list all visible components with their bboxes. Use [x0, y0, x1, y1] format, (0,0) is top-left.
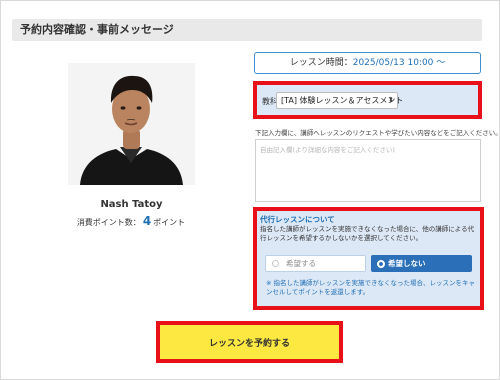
- teacher-photo: [68, 63, 195, 185]
- substitute-option-no[interactable]: 希望しない: [371, 255, 472, 272]
- points-unit: ポイント: [153, 218, 186, 227]
- option-no-label: 希望しない: [388, 259, 426, 268]
- lesson-time-box: レッスン時間：2025/05/13 10:00 〜: [254, 52, 481, 74]
- points-info: 消費ポイント数： 4 ポイント: [56, 214, 206, 228]
- lesson-time-value: 2025/05/13 10:00 〜: [352, 58, 446, 68]
- section-title: 予約内容確認・事前メッセージ: [12, 19, 482, 41]
- teacher-portrait-image: [68, 63, 195, 185]
- option-yes-label: 希望する: [286, 259, 316, 268]
- points-label: 消費ポイント数：: [76, 218, 141, 227]
- message-hint: 下記入力欄に、講師へレッスンのリクエストや学びたい内容などをご記入ください。: [255, 129, 500, 137]
- substitute-description: 指名した講師がレッスンを実施できなくなった場合に、他の講師による代行レッスンを希…: [260, 225, 475, 242]
- radio-selected-icon: [377, 260, 385, 268]
- radio-unselected-icon: [272, 260, 279, 267]
- substitute-title: 代行レッスンについて: [260, 215, 335, 224]
- teacher-name: Nash Tatoy: [100, 199, 163, 210]
- lesson-time-label: レッスン時間：: [289, 58, 353, 68]
- reserve-lesson-button[interactable]: レッスンを予約する: [160, 325, 339, 359]
- substitute-option-yes[interactable]: 希望する: [265, 255, 366, 272]
- points-value: 4: [142, 214, 152, 228]
- message-textarea[interactable]: [255, 139, 481, 202]
- subject-select[interactable]: [TA] 体験レッスン＆アセスメント ⬍: [276, 92, 403, 109]
- chevron-updown-icon: ⬍: [388, 96, 394, 104]
- subject-selected-value: [TA] 体験レッスン＆アセスメント: [281, 96, 404, 105]
- substitute-note: ※ 指名した講師がレッスンを実施できなくなった場合、レッスンをキャンセルしてポイ…: [266, 279, 476, 296]
